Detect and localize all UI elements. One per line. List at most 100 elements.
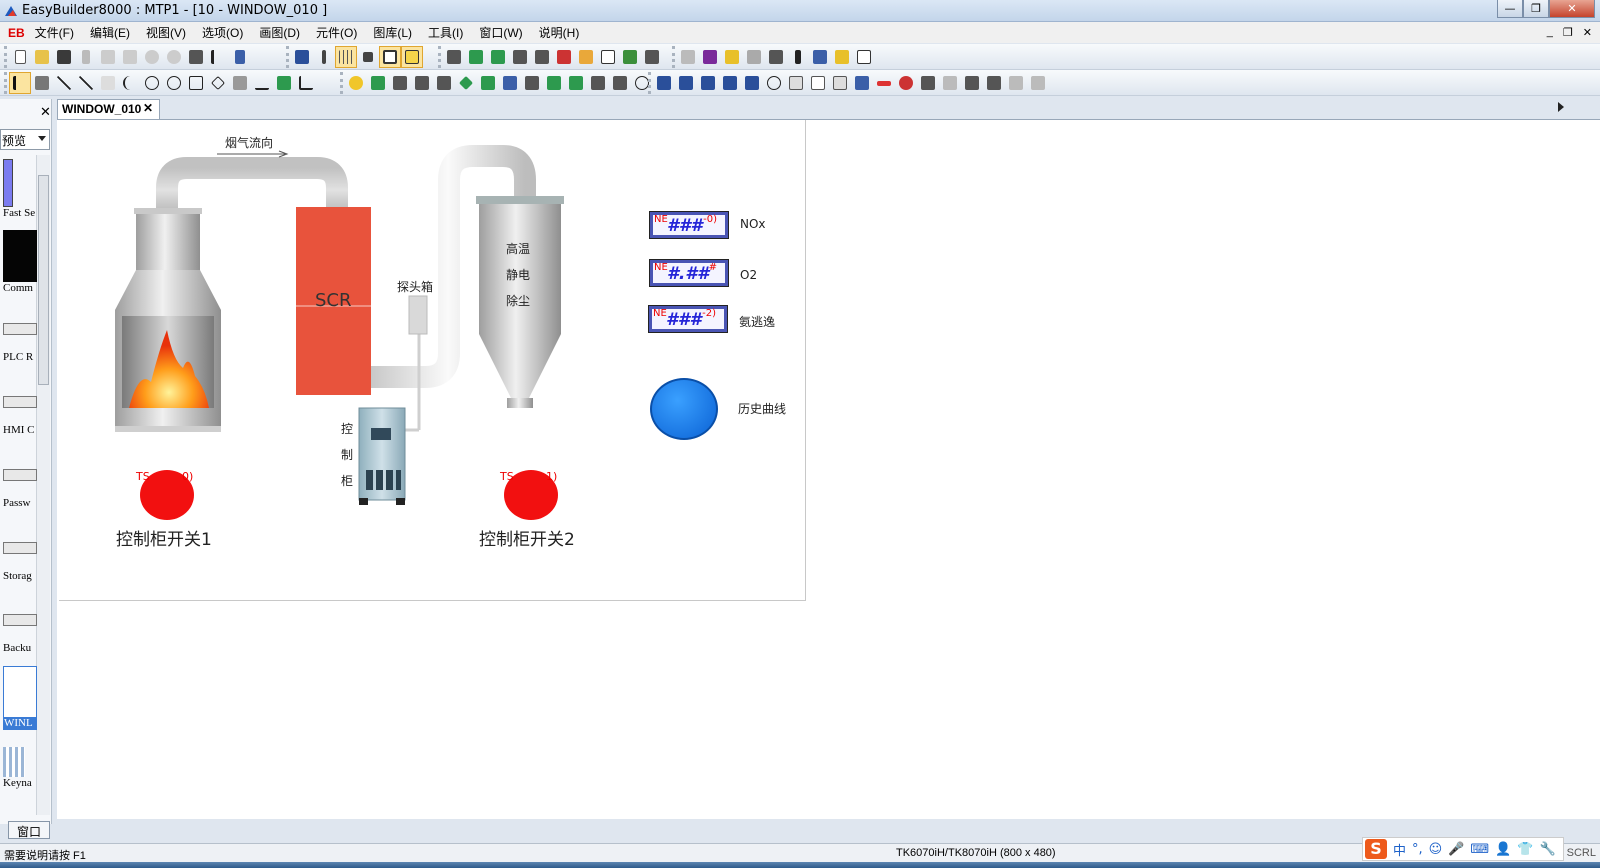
pie-icon[interactable] <box>163 72 185 94</box>
list-item[interactable]: Keyna <box>3 747 37 789</box>
misc-icon[interactable] <box>1027 72 1049 94</box>
ime-chinese-mode[interactable]: 中 <box>1393 840 1406 859</box>
check-icon[interactable] <box>853 46 875 68</box>
frame-icon[interactable] <box>379 46 401 68</box>
menu-view[interactable]: 视图(V) <box>146 24 186 41</box>
ime-skin-icon[interactable]: 👕 <box>1517 842 1533 857</box>
list-item[interactable]: Storag <box>3 542 37 582</box>
compile-icon[interactable] <box>465 46 487 68</box>
menu-draw[interactable]: 画图(D) <box>259 24 300 41</box>
pipe-icon[interactable] <box>229 72 251 94</box>
window-tab[interactable]: 窗口 <box>8 821 50 839</box>
video-icon[interactable] <box>983 72 1005 94</box>
alarm-display-icon[interactable] <box>895 72 917 94</box>
o2-numeric-display[interactable]: NE #.## # <box>649 259 729 287</box>
undo-icon[interactable] <box>141 46 163 68</box>
hmi-window-canvas[interactable]: 烟气流向 SCR 探头箱 控 制 柜 高温 静电 除尘 NE ### -0) N… <box>59 120 806 601</box>
database-icon[interactable] <box>765 46 787 68</box>
word-lamp-icon[interactable] <box>367 72 389 94</box>
restore-button[interactable]: ❐ <box>1523 0 1549 18</box>
macro-icon[interactable] <box>641 46 663 68</box>
trigger-icon[interactable] <box>939 72 961 94</box>
history-table-icon[interactable] <box>807 72 829 94</box>
xy-plot-icon[interactable] <box>829 72 851 94</box>
upload-icon[interactable] <box>531 46 553 68</box>
alarm-bar-icon[interactable] <box>873 72 895 94</box>
ammonia-slip-numeric-display[interactable]: NE ### -2) <box>648 305 728 333</box>
ime-user-icon[interactable]: 👤 <box>1495 842 1511 857</box>
ime-keyboard-icon[interactable]: ⌨ <box>1470 842 1489 857</box>
open-folder-icon[interactable] <box>31 46 53 68</box>
move-icon[interactable] <box>697 72 719 94</box>
cut-icon[interactable] <box>75 46 97 68</box>
bit-lamp-icon[interactable] <box>345 72 367 94</box>
redo-icon[interactable] <box>163 46 185 68</box>
menu-edit[interactable]: 编辑(E) <box>90 24 130 41</box>
select-pointer-icon[interactable] <box>9 72 31 94</box>
system-msg-icon[interactable] <box>1005 72 1027 94</box>
bar-graph-icon[interactable] <box>741 72 763 94</box>
mdi-restore-button[interactable]: ❐ <box>1563 26 1573 39</box>
ascii-input-icon[interactable] <box>587 72 609 94</box>
close-button[interactable]: ✕ <box>1549 0 1595 18</box>
set-bit-icon[interactable] <box>389 72 411 94</box>
menu-options[interactable]: 选项(O) <box>202 24 243 41</box>
multistate-switch-icon[interactable] <box>477 72 499 94</box>
menu-help[interactable]: 说明(H) <box>539 24 580 41</box>
pen-icon[interactable] <box>313 46 335 68</box>
function-key-icon[interactable] <box>433 72 455 94</box>
mdi-close-button[interactable]: ✕ <box>1583 26 1592 39</box>
list-item[interactable]: PLC R <box>3 323 37 363</box>
grid-icon[interactable] <box>335 46 357 68</box>
minimize-button[interactable]: — <box>1497 0 1523 18</box>
nox-numeric-display[interactable]: NE ### -0) <box>649 211 729 239</box>
numeric-input-icon[interactable] <box>521 72 543 94</box>
menu-tools[interactable]: 工具(I) <box>428 24 463 41</box>
simulate-icon[interactable] <box>487 46 509 68</box>
paste-icon[interactable] <box>119 46 141 68</box>
numeric-display-icon[interactable] <box>543 72 565 94</box>
list-item[interactable]: Comm <box>3 230 37 294</box>
list-item[interactable]: Fast Se <box>3 159 37 219</box>
new-file-icon[interactable] <box>9 46 31 68</box>
trend-display-icon[interactable] <box>785 72 807 94</box>
help-icon[interactable] <box>207 46 229 68</box>
menu-file[interactable]: 文件(F) <box>35 24 74 41</box>
save-icon[interactable] <box>53 46 75 68</box>
pointer-lib-icon[interactable] <box>677 46 699 68</box>
set-word-icon[interactable] <box>411 72 433 94</box>
event-display-icon[interactable] <box>917 72 939 94</box>
address-icon[interactable] <box>553 46 575 68</box>
history-trend-button[interactable] <box>650 378 718 440</box>
picture-icon[interactable] <box>273 72 295 94</box>
slider-icon[interactable] <box>499 72 521 94</box>
polyline-icon[interactable] <box>75 72 97 94</box>
edit-icon[interactable] <box>575 46 597 68</box>
list-item[interactable]: Backu <box>3 614 37 654</box>
object-select-icon[interactable] <box>31 72 53 94</box>
tools-icon[interactable] <box>443 46 465 68</box>
ascii-display-icon[interactable] <box>565 72 587 94</box>
combo-icon[interactable] <box>961 72 983 94</box>
meter-icon[interactable] <box>763 72 785 94</box>
ime-emoji-icon[interactable]: ☺ <box>1429 842 1443 857</box>
menu-objects[interactable]: 元件(O) <box>316 24 357 41</box>
menu-window[interactable]: 窗口(W) <box>479 24 522 41</box>
shape-lib-icon[interactable] <box>699 46 721 68</box>
copy-icon[interactable] <box>97 46 119 68</box>
data-transfer-icon[interactable] <box>653 72 675 94</box>
table-icon[interactable] <box>619 46 641 68</box>
sound-icon[interactable] <box>787 46 809 68</box>
polygon-icon[interactable] <box>207 72 229 94</box>
backup-icon[interactable] <box>675 72 697 94</box>
arc-icon[interactable] <box>119 72 141 94</box>
circle-icon[interactable] <box>141 72 163 94</box>
context-help-icon[interactable] <box>229 46 251 68</box>
scroll-thumb[interactable] <box>38 175 49 385</box>
overlap-icon[interactable] <box>401 46 423 68</box>
toggle-switch-icon[interactable] <box>455 72 477 94</box>
scale-icon[interactable] <box>295 72 317 94</box>
preview-dropdown[interactable]: 预览 <box>0 129 50 150</box>
tab-scroll-right-icon[interactable] <box>1558 102 1564 112</box>
ime-settings-icon[interactable]: 🔧 <box>1540 842 1556 857</box>
